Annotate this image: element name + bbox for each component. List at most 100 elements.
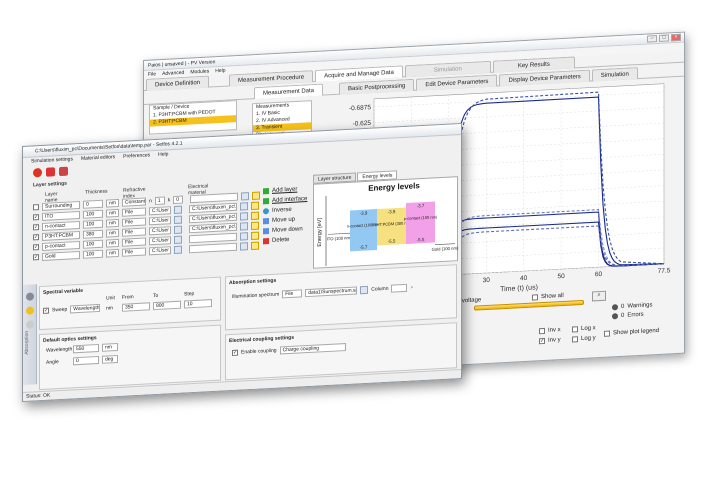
inv-x-control[interactable]: Inv x — [539, 327, 561, 335]
layer-thickness-input[interactable]: 100 — [83, 209, 103, 219]
layer-thickness-input[interactable]: 380 — [83, 229, 103, 239]
layer-thickness-input[interactable]: 100 — [83, 239, 103, 249]
delete-button[interactable]: Delete — [263, 234, 307, 246]
layer-name-input[interactable]: Gold — [42, 250, 80, 261]
folder-icon[interactable] — [240, 211, 248, 221]
bulb-icon[interactable] — [26, 320, 34, 329]
close-icon[interactable]: × — [671, 33, 681, 42]
log-y-checkbox[interactable] — [572, 336, 578, 343]
tab-device-definition[interactable]: Device Definition — [146, 75, 210, 91]
show-all-control[interactable]: Show all — [532, 293, 564, 301]
refractive-index-mode-select[interactable]: File — [122, 227, 146, 237]
layer-color-swatch[interactable] — [251, 221, 259, 230]
layer-enabled-checkbox[interactable]: ✓ — [33, 233, 39, 240]
folder-icon[interactable] — [240, 241, 248, 251]
subtab-measurement-data[interactable]: Measurement Data — [254, 83, 324, 100]
folder-icon[interactable] — [174, 205, 182, 214]
folder-icon[interactable] — [174, 245, 182, 254]
log-x-control[interactable]: Log x — [572, 325, 596, 333]
sweep-mode-select[interactable]: Wavelength — [70, 303, 101, 314]
layer-name-input[interactable]: P3HT:PCBM — [42, 230, 80, 241]
layer-enabled-checkbox[interactable]: ✓ — [33, 253, 39, 260]
layer-thickness-unit-select[interactable]: nm — [106, 218, 119, 228]
illumination-path-input[interactable]: data1\Sunspectrum.sp — [305, 286, 358, 298]
run-sweep-icon[interactable] — [59, 166, 68, 176]
refractive-index-path-input[interactable]: C:\User — [149, 245, 171, 255]
layer-color-swatch[interactable] — [252, 191, 261, 200]
stop-icon[interactable] — [33, 167, 42, 177]
layer-thickness-input[interactable]: 0 — [83, 199, 103, 209]
folder-icon[interactable] — [241, 191, 250, 201]
inv-x-checkbox[interactable] — [539, 327, 545, 335]
layer-enabled-checkbox[interactable]: ✓ — [33, 243, 39, 250]
menu-help[interactable]: Help — [158, 150, 168, 159]
angle-unit-select[interactable]: deg — [102, 354, 118, 364]
layer-thickness-input[interactable]: 100 — [83, 249, 103, 259]
layer-thickness-unit-select[interactable]: nm — [106, 238, 119, 248]
folder-icon[interactable] — [174, 225, 182, 234]
folder-icon[interactable] — [360, 285, 369, 295]
maximize-icon[interactable]: □ — [659, 34, 669, 42]
enable-coupling-checkbox[interactable]: ✓ — [232, 349, 238, 356]
show-all-checkbox[interactable] — [532, 294, 538, 301]
folder-icon[interactable] — [240, 201, 248, 211]
layer-name-input[interactable]: p-contact — [42, 240, 80, 251]
offset-voltage-slider[interactable] — [474, 299, 584, 311]
minimize-icon[interactable]: – — [647, 35, 657, 43]
eye-icon[interactable] — [26, 292, 34, 301]
menu-help[interactable]: Help — [215, 67, 225, 76]
column-input[interactable] — [391, 283, 408, 293]
layer-color-swatch[interactable] — [251, 211, 259, 220]
illumination-mode-select[interactable]: File — [282, 289, 303, 299]
layer-thickness-unit-select[interactable]: nm — [106, 208, 119, 218]
wavelength-unit-select[interactable]: nm — [102, 342, 118, 352]
layer-name-input[interactable]: n-contact — [42, 220, 80, 231]
layer-name-input[interactable]: ITO — [42, 210, 80, 221]
layer-thickness-unit-select[interactable]: nm — [106, 198, 119, 208]
layer-color-swatch[interactable] — [251, 241, 259, 250]
refractive-index-path-input[interactable]: C:\User — [149, 215, 171, 225]
refractive-index-path-input[interactable]: C:\User — [149, 235, 171, 245]
search-icon[interactable]: ⌕ — [410, 284, 413, 290]
folder-icon[interactable] — [174, 235, 182, 244]
angle-input[interactable]: 0 — [73, 355, 99, 366]
layer-color-swatch[interactable] — [251, 201, 259, 210]
to-input[interactable]: 800 — [153, 300, 181, 311]
refractive-index-mode-select[interactable]: File — [122, 207, 146, 217]
layer-name-input[interactable]: Surrounding — [42, 200, 80, 211]
log-y-control[interactable]: Log y — [572, 335, 596, 343]
refractive-index-mode-select[interactable]: Constant — [122, 197, 146, 207]
show-plot-legend-checkbox[interactable] — [604, 330, 610, 337]
layer-thickness-input[interactable]: 100 — [83, 219, 103, 229]
layer-color-swatch[interactable] — [251, 231, 259, 240]
refractive-index-mode-select[interactable]: File — [122, 217, 146, 227]
coupling-mode-select[interactable]: Charge coupling — [279, 343, 346, 355]
k-input[interactable]: 0 — [173, 195, 184, 204]
layer-enabled-checkbox[interactable]: ✓ — [33, 223, 39, 230]
inv-y-control[interactable]: ✓ Inv y — [539, 337, 561, 345]
zoom-icon[interactable]: ⌕ — [592, 290, 606, 302]
menu-preferences[interactable]: Preferences — [123, 151, 150, 160]
electrical-material-input[interactable] — [189, 242, 237, 253]
sweep-checkbox[interactable]: ✓ — [43, 307, 49, 314]
show-plot-legend-control[interactable]: Show plot legend — [604, 328, 659, 337]
log-x-checkbox[interactable] — [572, 326, 578, 333]
inv-y-checkbox[interactable]: ✓ — [539, 337, 545, 345]
step-input[interactable]: 10 — [184, 299, 212, 309]
folder-icon[interactable] — [174, 215, 182, 224]
from-input[interactable]: 350 — [122, 302, 150, 312]
run-icon[interactable] — [46, 166, 55, 177]
layer-enabled-checkbox[interactable]: ✓ — [33, 213, 39, 220]
refractive-index-path-input[interactable]: C:\User — [149, 225, 171, 235]
layer-thickness-unit-select[interactable]: nm — [106, 228, 119, 238]
layer-thickness-unit-select[interactable]: nm — [106, 248, 119, 258]
sun-icon[interactable] — [26, 306, 34, 315]
folder-icon[interactable] — [240, 221, 248, 231]
n-input[interactable]: 1 — [154, 196, 165, 205]
wavelength-input[interactable]: 550 — [73, 343, 99, 354]
layer-enabled-checkbox[interactable] — [33, 203, 39, 210]
refractive-index-mode-select[interactable]: File — [122, 247, 146, 257]
refractive-index-mode-select[interactable]: File — [122, 237, 146, 247]
folder-icon[interactable] — [240, 231, 248, 241]
refractive-index-path-input[interactable]: C:\User — [149, 205, 171, 215]
